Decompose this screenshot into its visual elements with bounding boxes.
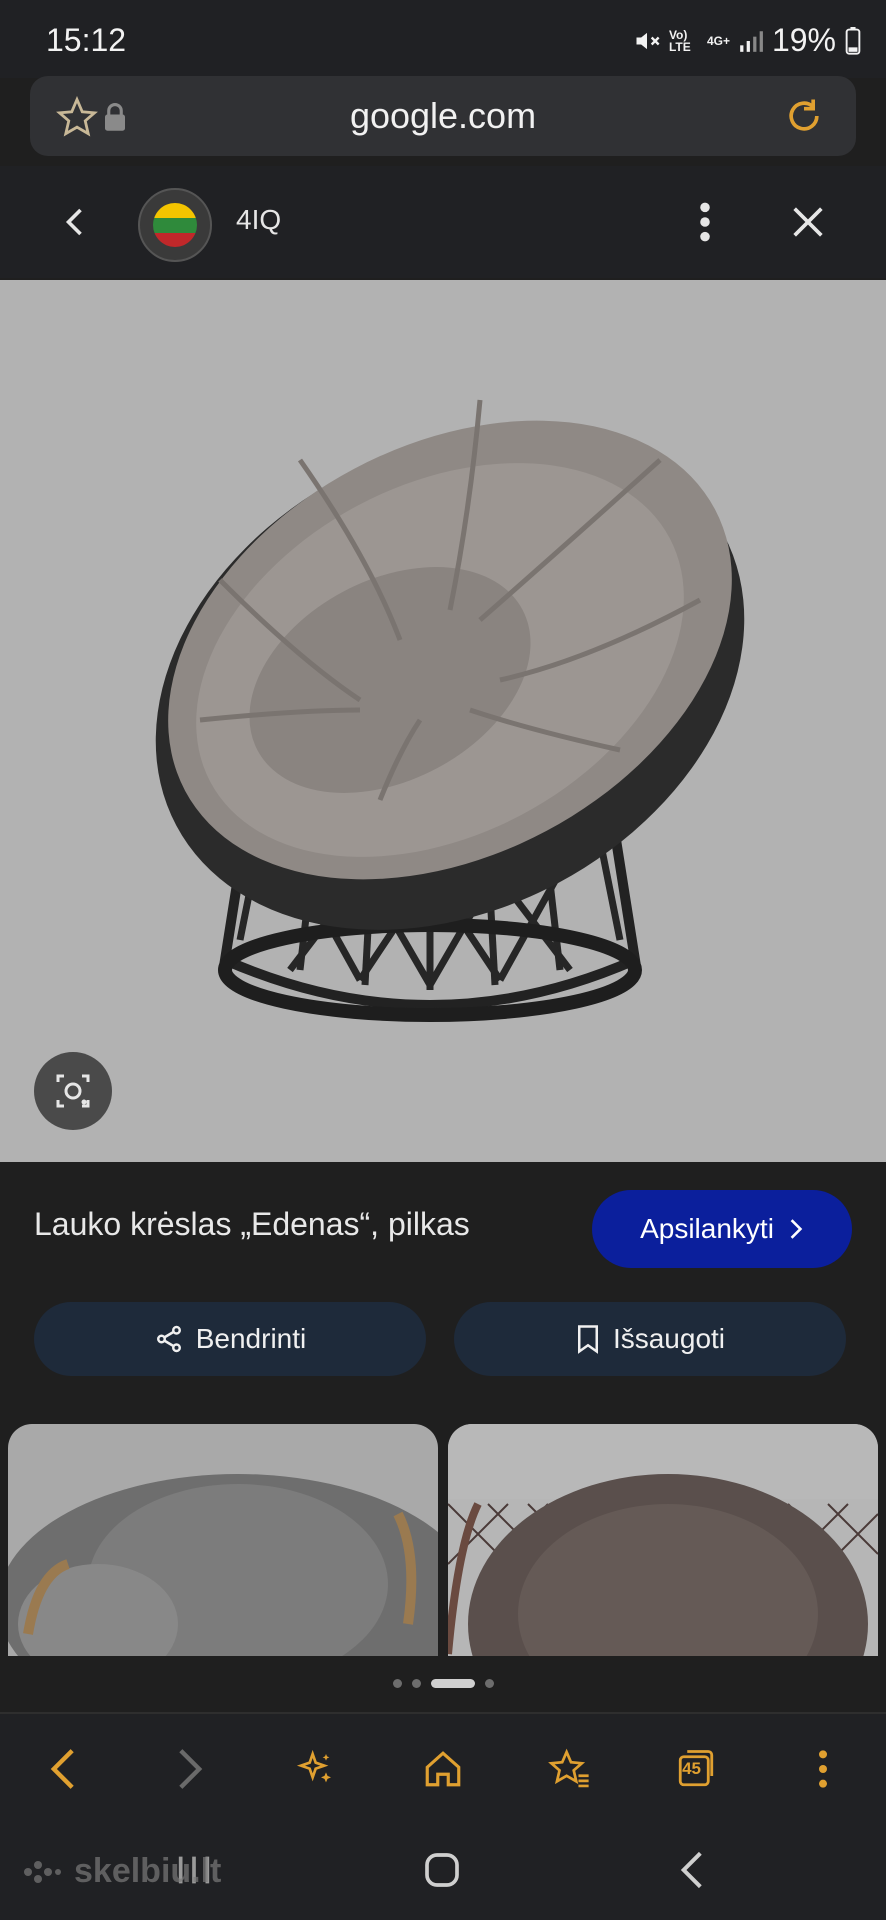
product-image[interactable] xyxy=(0,280,886,1162)
back-icon[interactable] xyxy=(58,202,94,247)
thumbnail-chair-2 xyxy=(448,1424,878,1656)
related-image-1[interactable] xyxy=(8,1424,438,1656)
reload-icon[interactable] xyxy=(782,94,826,143)
chevron-right-icon xyxy=(790,1219,803,1239)
carousel-indicator xyxy=(0,1676,886,1690)
url-bar[interactable]: google.com xyxy=(30,76,856,156)
watermark: skelbiu.lt xyxy=(22,1852,221,1891)
save-button[interactable]: Išsaugoti xyxy=(454,1302,846,1376)
status-icons: Vo) LTE 4G+ 19% xyxy=(633,22,862,59)
signal-icon xyxy=(740,30,763,52)
result-header: 4IQ xyxy=(0,166,886,278)
lens-icon xyxy=(56,1074,90,1108)
bookmarks-icon xyxy=(547,1748,589,1788)
bookmarks-button[interactable] xyxy=(535,1734,605,1804)
carousel-dot[interactable] xyxy=(392,1678,402,1688)
chair-illustration xyxy=(155,399,745,1022)
status-bar: 15:12 Vo) LTE 4G+ 19% xyxy=(0,0,886,78)
lens-button[interactable] xyxy=(34,1052,112,1130)
nav-back-button[interactable] xyxy=(28,1734,98,1804)
url-text[interactable]: google.com xyxy=(30,76,856,156)
chevron-left-icon xyxy=(51,1749,75,1789)
source-avatar[interactable] xyxy=(138,188,212,262)
tabs-button[interactable]: 45 xyxy=(661,1734,731,1804)
carousel-dot-active[interactable] xyxy=(430,1678,475,1688)
home-icon xyxy=(425,1751,461,1787)
close-icon[interactable] xyxy=(788,202,828,247)
bookmark-icon xyxy=(577,1325,598,1354)
back-nav-icon[interactable] xyxy=(678,1850,706,1895)
battery-icon xyxy=(845,26,861,55)
clock: 15:12 xyxy=(46,22,127,58)
product-title: Lauko krėslas „Edenas“, pilkas xyxy=(34,1206,470,1242)
share-icon xyxy=(156,1325,181,1353)
home-nav-icon[interactable] xyxy=(422,1850,462,1895)
thumbnail-chair-1 xyxy=(8,1474,438,1656)
home-button[interactable] xyxy=(408,1734,478,1804)
nav-forward-button[interactable] xyxy=(155,1734,225,1804)
volte-label: Vo) LTE xyxy=(668,27,691,54)
carousel-dot[interactable] xyxy=(484,1678,494,1688)
mute-icon xyxy=(636,32,660,49)
watermark-text: skelbiu.lt xyxy=(74,1852,222,1890)
sparkle-icon xyxy=(297,1749,332,1783)
chevron-right-icon xyxy=(179,1749,203,1789)
ai-button[interactable] xyxy=(281,1734,351,1804)
save-label: Išsaugoti xyxy=(612,1323,726,1354)
battery-percent: 19% xyxy=(771,22,836,58)
share-button[interactable]: Bendrinti xyxy=(34,1302,426,1376)
menu-icon xyxy=(818,1750,827,1788)
visit-label: Apsilankyti xyxy=(640,1213,774,1244)
related-image-2[interactable] xyxy=(448,1424,878,1656)
visit-button[interactable]: Apsilankyti xyxy=(592,1190,852,1268)
flag-icon xyxy=(153,203,197,247)
carousel-dot[interactable] xyxy=(411,1678,421,1688)
network-label: 4G+ xyxy=(706,33,730,48)
share-label: Bendrinti xyxy=(195,1323,307,1354)
source-name[interactable]: 4IQ xyxy=(236,204,281,236)
browser-toolbar: 45 xyxy=(0,1714,886,1824)
more-vert-icon[interactable] xyxy=(690,200,720,249)
tabs-count: 45 xyxy=(682,1759,702,1778)
watermark-logo-icon xyxy=(24,1860,61,1883)
menu-button[interactable] xyxy=(788,1734,858,1804)
